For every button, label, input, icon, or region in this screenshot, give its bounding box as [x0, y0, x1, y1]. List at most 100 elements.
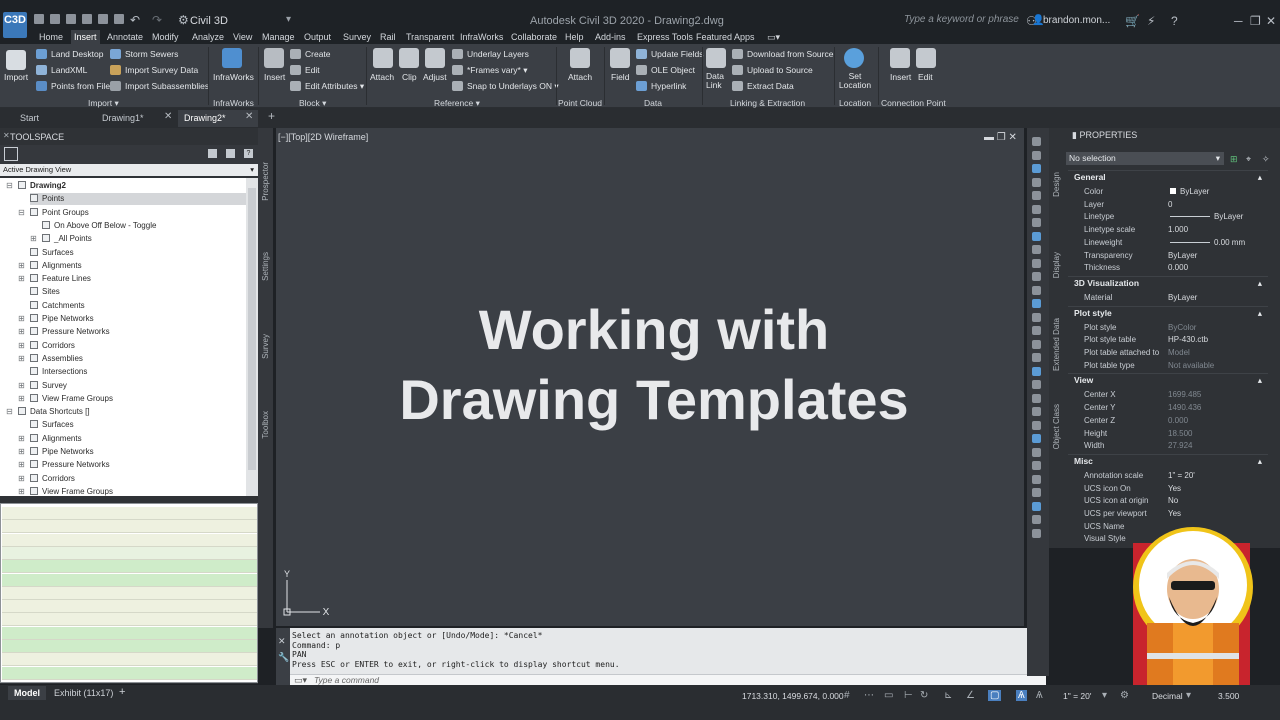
tool-strip-icon[interactable] — [1032, 164, 1041, 173]
select-objects-icon[interactable]: ⌖ — [1246, 154, 1251, 165]
insert-block-button[interactable]: Insert — [264, 72, 285, 82]
tree-expander-icon[interactable]: ⊞ — [18, 474, 25, 483]
tool-strip-icon[interactable] — [1032, 474, 1041, 484]
property-category[interactable]: 3D Visualization ▴ — [1068, 275, 1268, 289]
property-row[interactable]: Width 27.924 — [1068, 439, 1268, 452]
landxml-button[interactable]: LandXML — [36, 65, 87, 75]
import-icon[interactable] — [6, 50, 26, 70]
connection-insert-button[interactable]: Insert — [890, 72, 911, 82]
tree-expander-icon[interactable]: ⊞ — [18, 341, 25, 350]
grid-row[interactable] — [2, 560, 257, 574]
cart-icon[interactable]: 🛒 — [1125, 14, 1140, 28]
ribbon-tab-output[interactable]: Output — [301, 30, 334, 44]
tool-strip-icon[interactable] — [1032, 204, 1041, 214]
property-row[interactable]: Linetype ByLayer — [1068, 210, 1268, 223]
attach-icon[interactable] — [373, 48, 393, 68]
tree-item[interactable]: Pressure Networks — [30, 326, 110, 338]
tree-expander-icon[interactable]: ⊞ — [18, 327, 25, 336]
selection-dropdown[interactable]: No selection ▾ — [1066, 152, 1224, 165]
attach-button[interactable]: Attach — [370, 72, 394, 82]
storm-sewers-button[interactable]: Storm Sewers — [110, 49, 178, 59]
grid-row[interactable] — [2, 626, 257, 640]
tool-strip-icon[interactable] — [1032, 218, 1041, 227]
tree-item[interactable]: Point Groups — [30, 207, 89, 219]
tool-strip-icon[interactable] — [1032, 380, 1041, 389]
tree-expander-icon[interactable]: ⊞ — [18, 314, 25, 323]
pointcloud-attach-icon[interactable] — [570, 48, 590, 68]
underlay-layers-button[interactable]: Underlay Layers — [452, 49, 529, 59]
help-icon[interactable]: ? — [244, 149, 253, 158]
tree-item[interactable]: Catchments — [30, 300, 85, 312]
minimize-icon[interactable]: ─ — [1234, 14, 1243, 28]
ole-object-button[interactable]: OLE Object — [636, 65, 695, 75]
tree-expander-icon[interactable]: ⊟ — [18, 208, 25, 217]
tree-item[interactable]: Sites — [30, 286, 60, 298]
data-link-icon[interactable] — [706, 48, 726, 68]
clip-button[interactable]: Clip — [402, 72, 417, 82]
tree-item[interactable]: Alignments — [30, 260, 82, 272]
property-row[interactable]: Plot style table HP-430.ctb — [1068, 333, 1268, 346]
tree-scrollbar-thumb[interactable] — [248, 188, 256, 470]
property-row[interactable]: Plot table type Not available — [1068, 359, 1268, 372]
tree-expander-icon[interactable]: ⊞ — [18, 487, 25, 496]
tool-strip-icon[interactable] — [1032, 258, 1041, 268]
import-subassemblies-button[interactable]: Import Subassemblies — [110, 81, 209, 91]
new-file-icon[interactable] — [34, 14, 44, 24]
connection-insert-icon[interactable] — [890, 48, 910, 68]
user-account[interactable]: brandon.mon... — [1043, 15, 1110, 26]
elevation-value[interactable]: 3.500 — [1218, 691, 1239, 701]
ribbon-tab-infraworks[interactable]: InfraWorks — [457, 30, 506, 44]
save-as-icon[interactable] — [82, 14, 92, 24]
infraworks-button[interactable]: InfraWorks — [213, 72, 254, 82]
tool-strip-icon[interactable] — [1032, 312, 1041, 322]
property-row[interactable]: Linetype scale 1.000 — [1068, 223, 1268, 236]
tool-strip-icon[interactable] — [1032, 434, 1041, 443]
save-icon[interactable] — [66, 14, 76, 24]
property-row[interactable]: UCS per viewport Yes — [1068, 507, 1268, 520]
snap-underlays-dropdown[interactable]: Snap to Underlays ON ▾ — [452, 81, 559, 92]
active-drawing-view-select[interactable]: Active Drawing View ▾ — [0, 164, 258, 176]
tree-item[interactable]: View Frame Groups — [30, 486, 113, 496]
tree-expander-icon[interactable]: ⊟ — [6, 181, 13, 190]
ribbon-tab-express-tools[interactable]: Express Tools — [634, 30, 696, 44]
ribbon-tab-view[interactable]: View — [230, 30, 255, 44]
side-tab-settings[interactable]: Settings — [261, 252, 270, 281]
exchange-icon[interactable]: ⚡ — [1147, 14, 1155, 28]
pointcloud-attach-button[interactable]: Attach — [568, 72, 592, 82]
tree-item[interactable]: Pipe Networks — [30, 446, 94, 458]
close-icon[interactable]: ✕ — [1009, 132, 1017, 143]
tree-expander-icon[interactable]: ⊞ — [18, 261, 25, 270]
collapse-icon[interactable]: ▴ — [1258, 374, 1262, 387]
grid-row[interactable] — [2, 533, 257, 547]
tool-strip-icon[interactable] — [1032, 231, 1041, 241]
hyperlink-button[interactable]: Hyperlink — [636, 81, 686, 91]
auto-scale-icon[interactable]: Ѧ — [1036, 690, 1043, 701]
data-link-button[interactable]: Data Link — [706, 72, 726, 90]
collapse-icon[interactable]: ▴ — [1258, 455, 1262, 468]
property-category[interactable]: Misc ▴ — [1068, 453, 1268, 468]
tree-item[interactable]: Drawing2 — [18, 180, 66, 192]
tree-expander-icon[interactable]: ⊞ — [18, 460, 25, 469]
app-logo-button[interactable]: C3D — [3, 12, 27, 38]
workspace-switch-icon[interactable]: ⚙ — [1120, 690, 1129, 701]
grid-row[interactable] — [2, 546, 257, 560]
edit-attributes-button[interactable]: Edit Attributes ▾ — [290, 81, 364, 92]
download-from-source-button[interactable]: Download from Source — [732, 49, 833, 59]
tree-item[interactable]: Survey — [30, 380, 67, 392]
grid-row[interactable] — [2, 586, 257, 600]
tool-strip-icon[interactable] — [1032, 515, 1041, 524]
ribbon-tab-featured-apps[interactable]: Featured Apps — [693, 30, 758, 44]
tool-strip-icon[interactable] — [1032, 326, 1041, 335]
tree-item[interactable]: Intersections — [30, 366, 87, 378]
tree-item[interactable]: View Frame Groups — [30, 393, 113, 405]
ribbon-tab-survey[interactable]: Survey — [340, 30, 374, 44]
ribbon-tab-help[interactable]: Help — [562, 30, 587, 44]
ribbon-tab-modify[interactable]: Modify — [149, 30, 182, 44]
close-window-icon[interactable]: ✕ — [1266, 14, 1276, 28]
quick-select-icon[interactable]: ✧ — [1262, 154, 1270, 165]
workspace-name[interactable]: Civil 3D — [190, 15, 228, 27]
collapse-icon[interactable]: ▴ — [1258, 307, 1262, 320]
ribbon-tab-analyze[interactable]: Analyze — [189, 30, 227, 44]
grid-row[interactable] — [2, 640, 257, 653]
connection-edit-icon[interactable] — [916, 48, 936, 68]
